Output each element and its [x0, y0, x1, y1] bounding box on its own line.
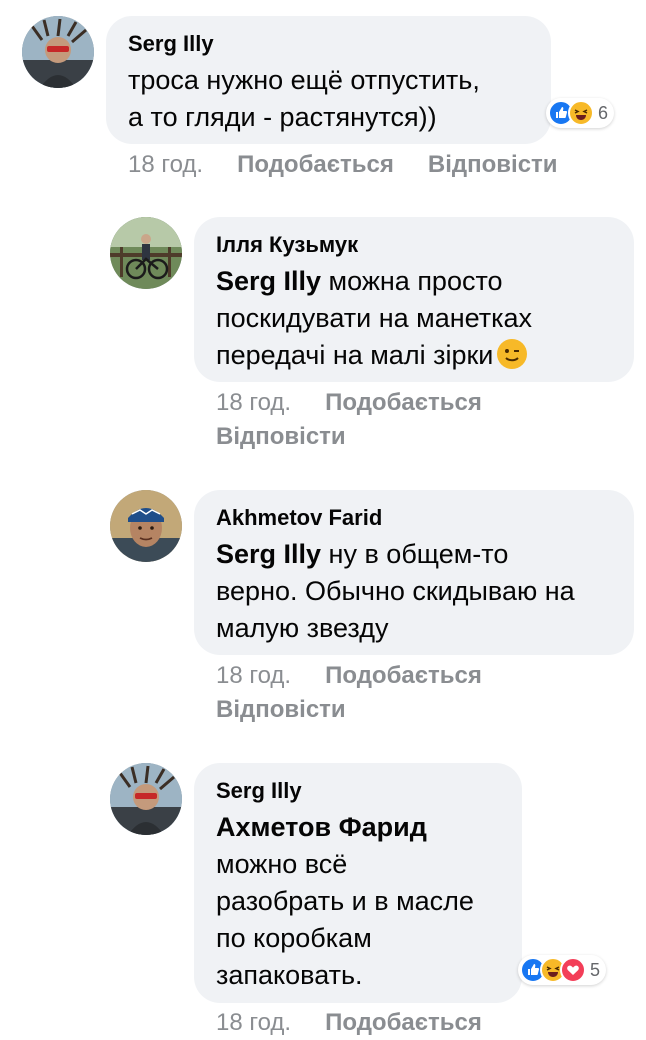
avatar[interactable]: [110, 763, 182, 835]
comment-author[interactable]: Serg Illy: [216, 777, 500, 805]
comment-actions: 18 год. Подобається Відповісти: [128, 148, 592, 182]
comment-text-line: а то гляди - растянутся)): [128, 102, 437, 132]
comment-text-fragment: можна просто: [321, 266, 503, 296]
comment-timestamp[interactable]: 18 год.: [128, 151, 203, 178]
like-button[interactable]: Подобається: [325, 1009, 482, 1036]
comment-text-line: верно. Обычно скидываю на: [216, 576, 575, 606]
comment-text-line: разобрать и в масле: [216, 886, 474, 916]
comment-timestamp[interactable]: 18 год.: [216, 1009, 291, 1036]
comment-bubble: Ілля Кузьмук Serg Illy можна просто поск…: [194, 217, 634, 382]
comment-actions: 18 год. Подобається: [216, 1006, 536, 1040]
reactions-summary[interactable]: 5: [518, 955, 607, 985]
haha-icon: [568, 100, 594, 126]
comment-author[interactable]: Ілля Кузьмук: [216, 231, 612, 259]
comment-text-line: малую звезду: [216, 613, 389, 643]
comment-text-line: Serg Illy можна просто: [216, 263, 612, 300]
avatar-illia-image: [110, 217, 182, 289]
reply-button[interactable]: Відповісти: [216, 423, 346, 450]
mention-link[interactable]: Serg Illy: [216, 266, 321, 296]
like-button[interactable]: Подобається: [325, 389, 482, 416]
reply-button[interactable]: Відповісти: [428, 151, 558, 178]
like-button[interactable]: Подобається: [237, 151, 394, 178]
comment-author[interactable]: Serg Illy: [128, 30, 529, 58]
comment-text-line: передачі на малі зірки: [216, 337, 612, 374]
comment-timestamp[interactable]: 18 год.: [216, 662, 291, 689]
comment-bubble: Serg Illy Ахметов Фарид можно всё разобр…: [194, 763, 522, 1003]
comment-text-line: можно всё: [216, 849, 348, 879]
reply-button[interactable]: Відповісти: [216, 696, 346, 723]
avatar-serg-illy-image: [22, 16, 94, 88]
comment-text-fragment: передачі на малі зірки: [216, 340, 494, 370]
comment-text-line: троса нужно ещё отпустить,: [128, 65, 480, 95]
avatar[interactable]: [110, 490, 182, 562]
avatar[interactable]: [22, 16, 94, 88]
comment-bubble: Akhmetov Farid Serg Illy ну в общем-то в…: [194, 490, 634, 655]
comment-text-line: поскидувати на манетках: [216, 303, 533, 333]
comment-bubble: Serg Illy троса нужно ещё отпустить, а т…: [106, 16, 551, 144]
mention-link[interactable]: Ахметов Фарид: [216, 809, 500, 846]
comment-text-fragment: ну в общем-то: [321, 539, 509, 569]
reaction-count: 6: [598, 102, 609, 123]
mention-link[interactable]: Serg Illy: [216, 539, 321, 569]
comment-actions: 18 год. Подобається Відповісти: [216, 659, 516, 727]
avatar[interactable]: [110, 217, 182, 289]
comment-author[interactable]: Akhmetov Farid: [216, 504, 612, 532]
comment-actions: 18 год. Подобається Відповісти: [216, 386, 516, 454]
wink-emoji-icon: [497, 339, 528, 369]
comment-text-line: Serg Illy ну в общем-то: [216, 536, 612, 573]
avatar-akhmetov-image: [110, 490, 182, 562]
reactions-summary[interactable]: 6: [546, 98, 615, 128]
comment-text-line: запаковать.: [216, 960, 363, 990]
love-icon: [560, 957, 586, 983]
reaction-count: 5: [590, 959, 601, 980]
like-button[interactable]: Подобається: [325, 662, 482, 689]
comment-timestamp[interactable]: 18 год.: [216, 389, 291, 416]
comment-text-line: по коробкам: [216, 923, 372, 953]
avatar-serg-illy-image: [110, 763, 182, 835]
